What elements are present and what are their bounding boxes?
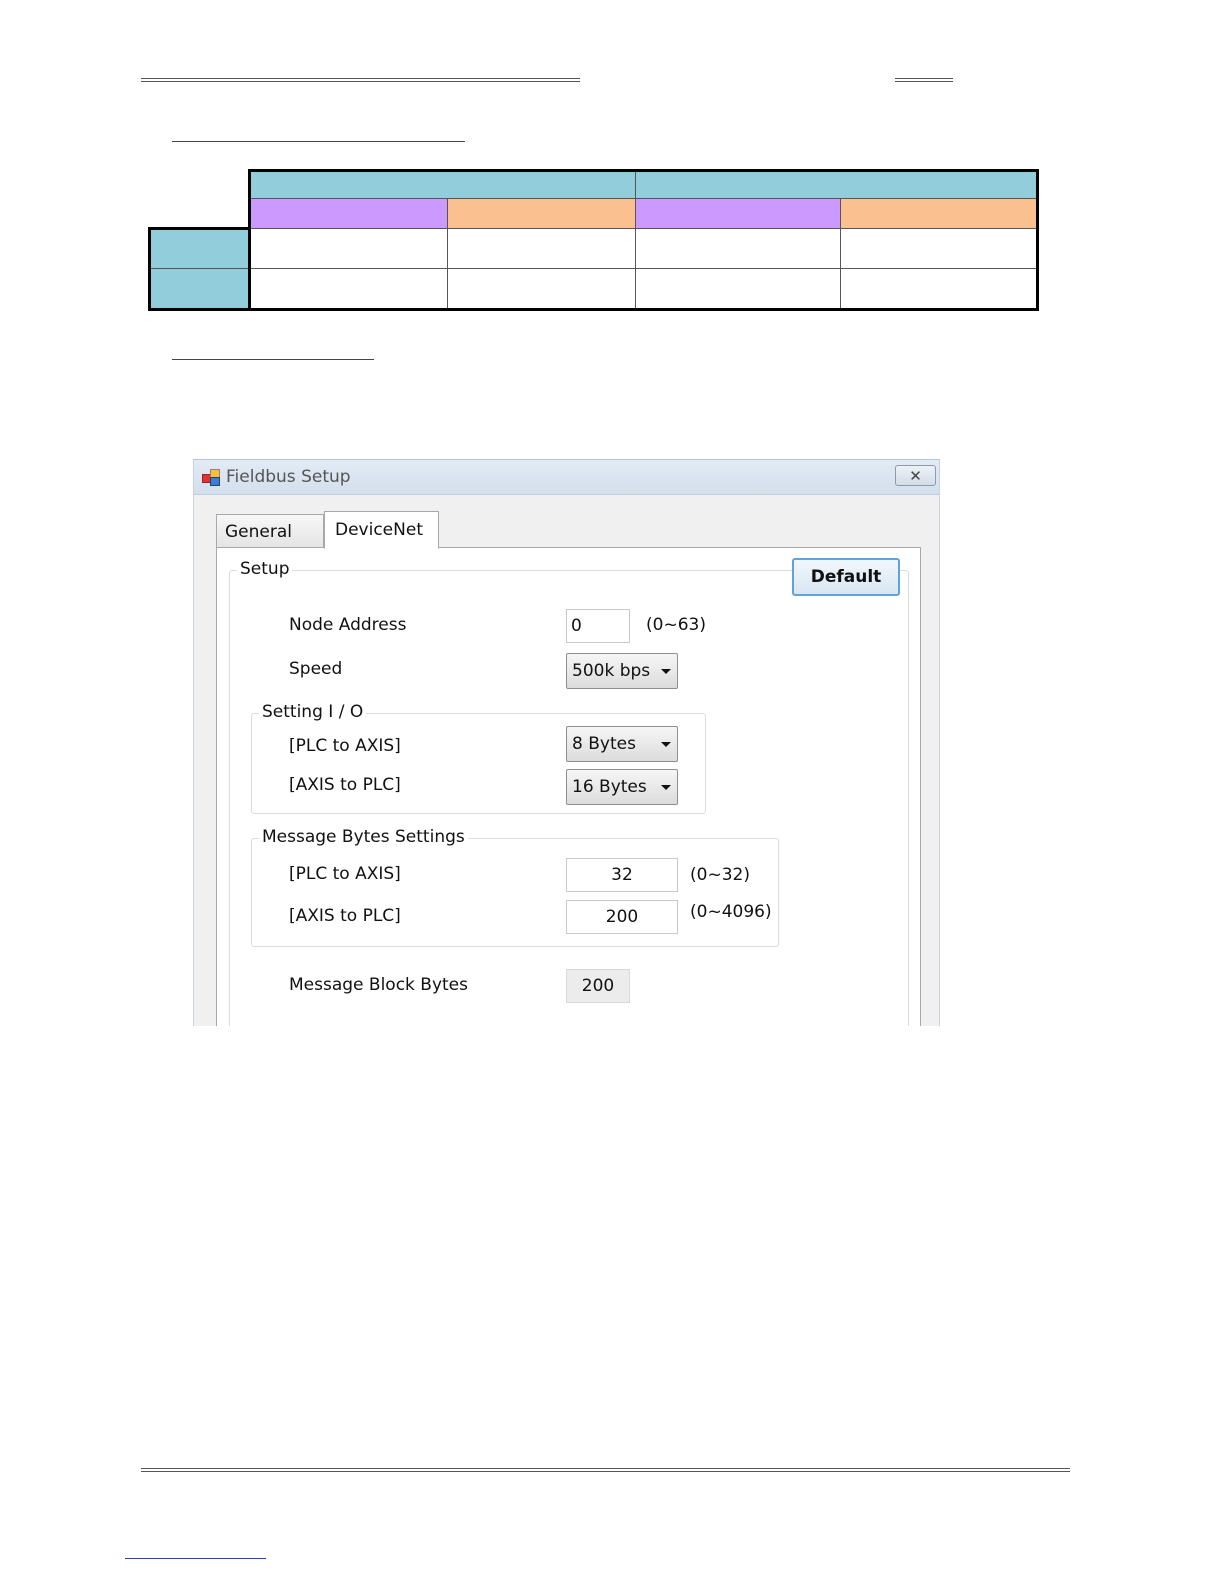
app-icon (202, 469, 220, 486)
table-subheader (839, 198, 1039, 229)
table-cell (446, 267, 636, 311)
msg-plc-to-axis-input[interactable]: 32 (566, 858, 678, 892)
section-heading-underline (172, 359, 374, 360)
header-rule-right (895, 78, 953, 82)
close-icon: ✕ (909, 466, 922, 485)
table-cell (839, 267, 1039, 311)
io-axis-to-plc-label: [AXIS to PLC] (289, 775, 401, 795)
table-header-group-1 (247, 169, 636, 199)
table-corner (149, 198, 249, 228)
node-address-range: (0~63) (646, 615, 706, 635)
table-corner (149, 170, 249, 199)
chevron-down-icon (661, 785, 671, 790)
msg-axis-to-plc-label: [AXIS to PLC] (289, 906, 401, 926)
table-header-group-2 (635, 169, 1039, 199)
message-block-value: 200 (566, 969, 630, 1003)
speed-label: Speed (289, 659, 343, 679)
chevron-down-icon (661, 669, 671, 674)
table-cell (634, 227, 841, 269)
io-plc-to-axis-dropdown[interactable]: 8 Bytes (566, 726, 678, 762)
table-subheader (634, 198, 841, 229)
tab-general[interactable]: General (216, 514, 324, 548)
speed-dropdown[interactable]: 500k bps (566, 653, 678, 689)
msg-plc-to-axis-label: [PLC to AXIS] (289, 864, 401, 884)
table-cell (248, 227, 448, 269)
table-row-header (148, 226, 251, 269)
io-plc-to-axis-value: 8 Bytes (572, 734, 636, 754)
message-bytes-group (251, 838, 779, 947)
footer-rule (141, 1468, 1070, 1472)
close-button[interactable]: ✕ (895, 465, 936, 486)
table-subheader (446, 198, 636, 229)
setting-io-group-label: Setting I / O (259, 702, 367, 722)
table-subheader (247, 198, 448, 229)
message-block-label: Message Block Bytes (289, 975, 468, 995)
header-rule-left (141, 78, 580, 82)
msg-axis-to-plc-range: (0~4096) (690, 902, 772, 922)
chevron-down-icon (661, 742, 671, 747)
io-plc-to-axis-label: [PLC to AXIS] (289, 736, 401, 756)
table-cell (634, 267, 841, 311)
table-cell (839, 227, 1039, 269)
speed-value: 500k bps (572, 661, 651, 681)
table-cell (248, 267, 448, 311)
default-button[interactable]: Default (792, 558, 900, 596)
dialog-titlebar[interactable]: Fieldbus Setup ✕ (194, 460, 939, 495)
dialog-title: Fieldbus Setup (226, 467, 351, 487)
footer-link-underline[interactable] (125, 1558, 266, 1559)
node-address-input[interactable]: 0 (566, 609, 630, 643)
message-bytes-group-label: Message Bytes Settings (259, 827, 468, 847)
color-table (148, 169, 1039, 311)
section-heading-underline (172, 141, 465, 142)
table-cell (446, 227, 636, 269)
msg-plc-to-axis-range: (0~32) (690, 865, 750, 885)
fieldbus-setup-dialog: Fieldbus Setup ✕ General DeviceNet Setup… (193, 459, 940, 1026)
table-row-header (148, 267, 251, 311)
msg-axis-to-plc-input[interactable]: 200 (566, 900, 678, 934)
io-axis-to-plc-value: 16 Bytes (572, 777, 647, 797)
tab-devicenet[interactable]: DeviceNet (324, 511, 439, 549)
setup-group-label: Setup (237, 559, 293, 579)
node-address-label: Node Address (289, 615, 407, 635)
io-axis-to-plc-dropdown[interactable]: 16 Bytes (566, 769, 678, 805)
